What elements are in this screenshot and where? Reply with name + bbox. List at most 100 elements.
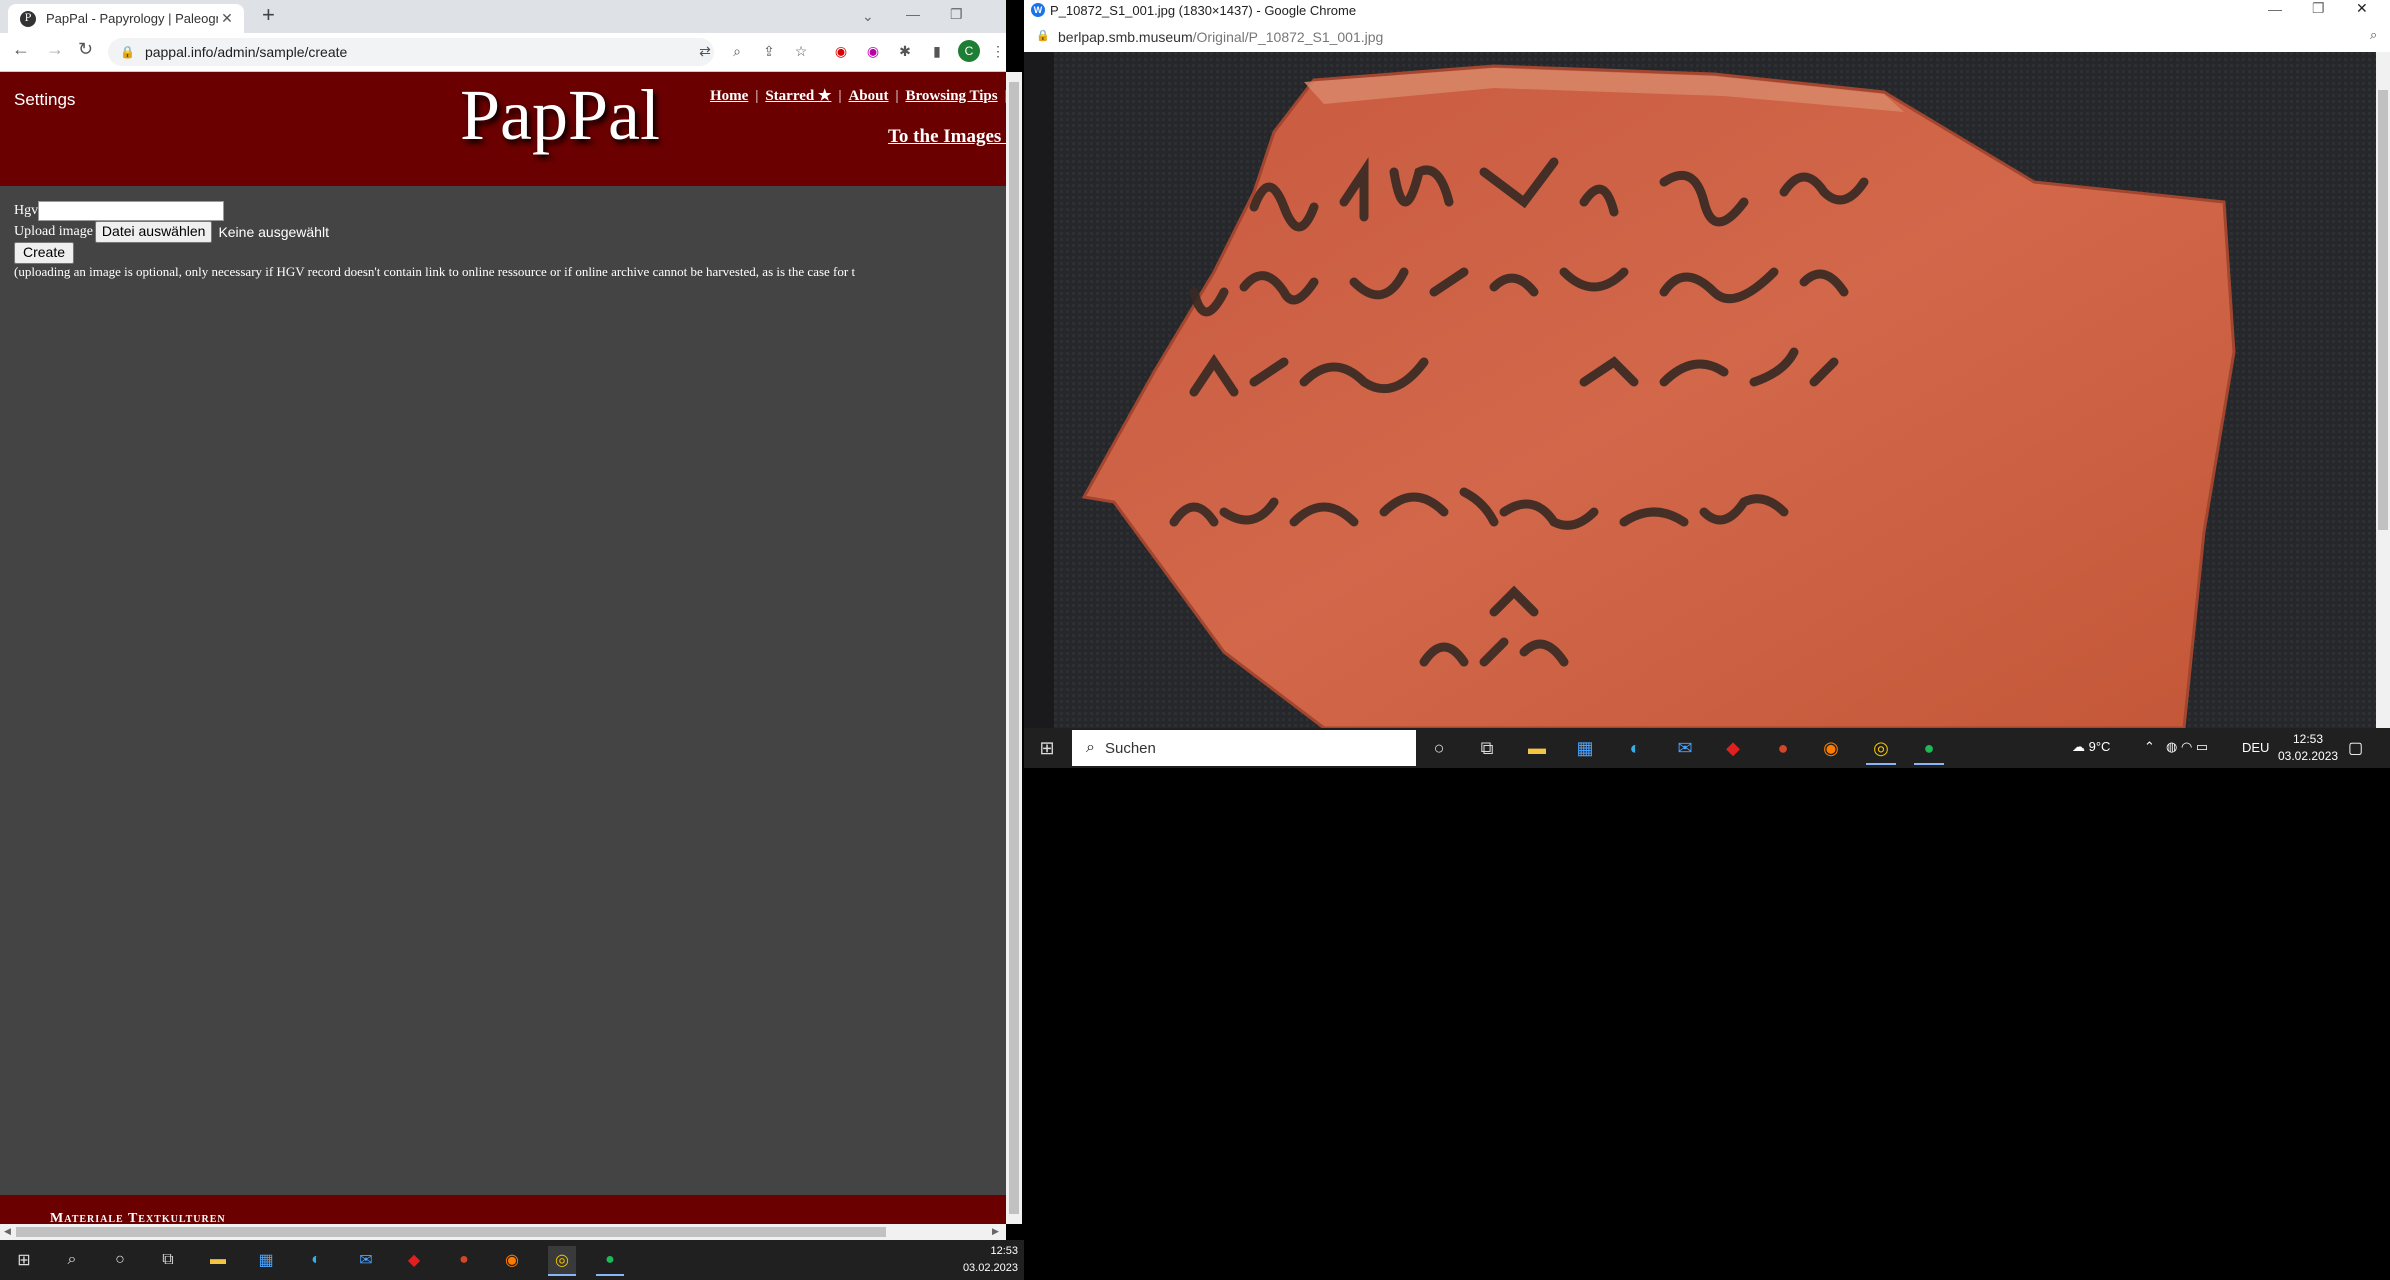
taskbar-search[interactable]: ⌕ Suchen bbox=[1072, 730, 1416, 766]
search-icon-small[interactable]: ⌕ bbox=[58, 1246, 86, 1274]
tab-strip: P PapPal - Papyrology | Paleograph ✕ + ⌄… bbox=[0, 0, 1006, 33]
nav-home[interactable]: Home bbox=[710, 88, 748, 104]
vertical-scroll-thumb-right[interactable] bbox=[2378, 90, 2388, 530]
extension-purple-icon[interactable]: ◉ bbox=[862, 40, 884, 62]
right-window-title: P_10872_S1_001.jpg (1830×1437) - Google … bbox=[1050, 3, 1357, 18]
horizontal-scroll-thumb[interactable] bbox=[16, 1227, 886, 1237]
restore-icon[interactable]: ❐ bbox=[950, 6, 963, 23]
windows-start-icon-small[interactable]: ⊞ bbox=[10, 1246, 38, 1274]
chrome-icon-small[interactable]: ◎ bbox=[548, 1246, 576, 1276]
ostracon-image bbox=[1024, 52, 2376, 728]
forward-arrow-icon[interactable]: → bbox=[46, 39, 64, 60]
menu-kebab-icon[interactable]: ⋮ bbox=[990, 40, 1006, 62]
powerpoint-icon-small[interactable]: ● bbox=[450, 1246, 478, 1274]
pappal-logo[interactable]: PapPal bbox=[460, 74, 660, 157]
extension-red-icon[interactable]: ◉ bbox=[830, 40, 852, 62]
choose-file-button[interactable]: Datei auswählen bbox=[94, 220, 213, 243]
notifications-icon[interactable]: ▢ bbox=[2348, 738, 2363, 758]
settings-link[interactable]: Settings bbox=[14, 90, 75, 110]
create-sample-form: Hgv Upload image Datei auswählen Keine a… bbox=[14, 200, 855, 280]
acrobat-icon-small[interactable]: ◆ bbox=[400, 1246, 428, 1274]
taskbar-clock-small[interactable]: 12:53 03.02.2023 bbox=[954, 1243, 1018, 1277]
right-zoom-icon[interactable]: ⌕ bbox=[2370, 27, 2377, 43]
bookmark-star-icon[interactable]: ☆ bbox=[790, 40, 812, 62]
tray-icons[interactable]: ◍ ◠ ▭ bbox=[2166, 739, 2208, 755]
store-icon-small[interactable]: ▦ bbox=[252, 1246, 280, 1274]
tray-chevron-up-icon[interactable]: ⌃ bbox=[2144, 739, 2155, 755]
nav-browsing-tips[interactable]: Browsing Tips bbox=[905, 88, 997, 104]
cortana-icon-small[interactable]: ○ bbox=[106, 1246, 134, 1274]
edge-icon-small[interactable]: ◐ bbox=[302, 1246, 330, 1274]
profile-avatar[interactable]: C bbox=[958, 40, 980, 62]
hgv-input[interactable] bbox=[38, 200, 225, 221]
right-url-path: /Original/P_10872_S1_001.jpg bbox=[1192, 29, 1384, 45]
ostracon-photo bbox=[1024, 52, 2376, 728]
to-images-link[interactable]: To the Images ... bbox=[888, 126, 1006, 148]
left-browser-window: P PapPal - Papyrology | Paleograph ✕ + ⌄… bbox=[0, 0, 1006, 1240]
side-panel-icon[interactable]: ▮ bbox=[926, 40, 948, 62]
file-explorer-icon-small[interactable]: ▬ bbox=[204, 1246, 232, 1274]
lock-icon: 🔒 bbox=[120, 45, 135, 59]
horizontal-scrollbar[interactable]: ◀ ▶ bbox=[0, 1224, 1006, 1240]
address-url: pappal.info/admin/sample/create bbox=[144, 44, 348, 60]
task-view-icon[interactable]: ⧉ bbox=[1472, 733, 1502, 763]
extensions-puzzle-icon[interactable]: ✱ bbox=[894, 40, 916, 62]
nav-starred[interactable]: Starred ★ bbox=[765, 88, 831, 104]
edge-icon[interactable]: ◐ bbox=[1620, 733, 1650, 763]
tab-title: PapPal - Papyrology | Paleograph bbox=[46, 11, 218, 26]
tab-search-chevron-down-icon[interactable]: ⌄ bbox=[862, 8, 874, 25]
browser-toolbar: ← → ↻ 🔒 pappal.info/admin/sample/create … bbox=[0, 33, 1006, 72]
firefox-icon-small[interactable]: ◉ bbox=[498, 1246, 526, 1274]
vertical-scroll-thumb-left[interactable] bbox=[1009, 82, 1019, 1214]
search-icon: ⌕ bbox=[1086, 739, 1095, 756]
hgv-row: Hgv bbox=[14, 200, 855, 221]
taskbar-clock[interactable]: 12:53 03.02.2023 bbox=[2278, 731, 2338, 765]
pappal-favicon-icon: P bbox=[20, 10, 36, 27]
reload-icon[interactable]: ↻ bbox=[78, 39, 93, 60]
back-arrow-icon[interactable]: ← bbox=[12, 39, 30, 60]
address-bar[interactable]: 🔒 pappal.info/admin/sample/create bbox=[108, 38, 714, 66]
pappal-header: Settings PapPal Home | Starred ★ | About | Bro… bbox=[0, 72, 1006, 186]
windows-start-icon[interactable]: ⊞ bbox=[1032, 733, 1062, 763]
cortana-icon[interactable]: ○ bbox=[1424, 733, 1454, 763]
minimize-icon[interactable]: — bbox=[906, 6, 920, 22]
create-row: Create bbox=[14, 241, 855, 264]
translate-icon[interactable]: ⇄ bbox=[694, 40, 716, 62]
spotify-icon-small[interactable]: ● bbox=[596, 1246, 624, 1276]
weather-widget[interactable]: ☁ 9°C bbox=[2072, 739, 2110, 755]
right-url[interactable]: berlpap.smb.museum/Original/P_10872_S1_0… bbox=[1058, 29, 1383, 45]
create-button[interactable]: Create bbox=[14, 241, 75, 264]
right-lock-icon: 🔒 bbox=[1036, 30, 1050, 42]
right-close-icon[interactable]: ✕ bbox=[2356, 0, 2368, 17]
upload-note: (uploading an image is optional, only ne… bbox=[14, 264, 856, 279]
wordpress-favicon-icon: W bbox=[1031, 3, 1045, 17]
cloud-icon: ☁ bbox=[2072, 739, 2089, 754]
scroll-left-icon[interactable]: ◀ bbox=[4, 1226, 11, 1237]
mail-icon[interactable]: ✉ bbox=[1670, 733, 1700, 763]
share-icon[interactable]: ⇪ bbox=[758, 40, 780, 62]
language-indicator[interactable]: DEU bbox=[2242, 740, 2269, 755]
powerpoint-icon[interactable]: ● bbox=[1768, 733, 1798, 763]
store-icon[interactable]: ▦ bbox=[1570, 733, 1600, 763]
chrome-icon[interactable]: ◎ bbox=[1866, 733, 1896, 765]
close-tab-icon[interactable]: ✕ bbox=[218, 10, 236, 27]
right-minimize-icon[interactable]: — bbox=[2268, 1, 2282, 17]
firefox-icon[interactable]: ◉ bbox=[1816, 733, 1846, 763]
clock-date-small: 03.02.2023 bbox=[962, 1262, 1018, 1274]
clock-time: 12:53 bbox=[2292, 732, 2324, 746]
acrobat-icon[interactable]: ◆ bbox=[1718, 733, 1748, 763]
taskbar-search-placeholder: Suchen bbox=[1104, 739, 1156, 757]
new-tab-icon[interactable]: + bbox=[262, 2, 275, 28]
hgv-label: Hgv bbox=[14, 202, 39, 218]
spotify-icon[interactable]: ● bbox=[1914, 733, 1944, 765]
mail-icon-small[interactable]: ✉ bbox=[352, 1246, 380, 1274]
file-status: Keine ausgewählt bbox=[218, 223, 329, 240]
nav-about[interactable]: About bbox=[848, 88, 888, 104]
tab-pappal[interactable]: P PapPal - Papyrology | Paleograph ✕ bbox=[8, 4, 244, 33]
zoom-icon[interactable]: ⌕ bbox=[726, 40, 748, 62]
task-view-icon-small[interactable]: ⧉ bbox=[154, 1246, 182, 1274]
weather-temp: 9°C bbox=[2088, 739, 2111, 754]
right-restore-icon[interactable]: ❐ bbox=[2312, 0, 2325, 17]
scroll-right-icon[interactable]: ▶ bbox=[992, 1226, 999, 1237]
file-explorer-icon[interactable]: ▬ bbox=[1522, 733, 1552, 763]
